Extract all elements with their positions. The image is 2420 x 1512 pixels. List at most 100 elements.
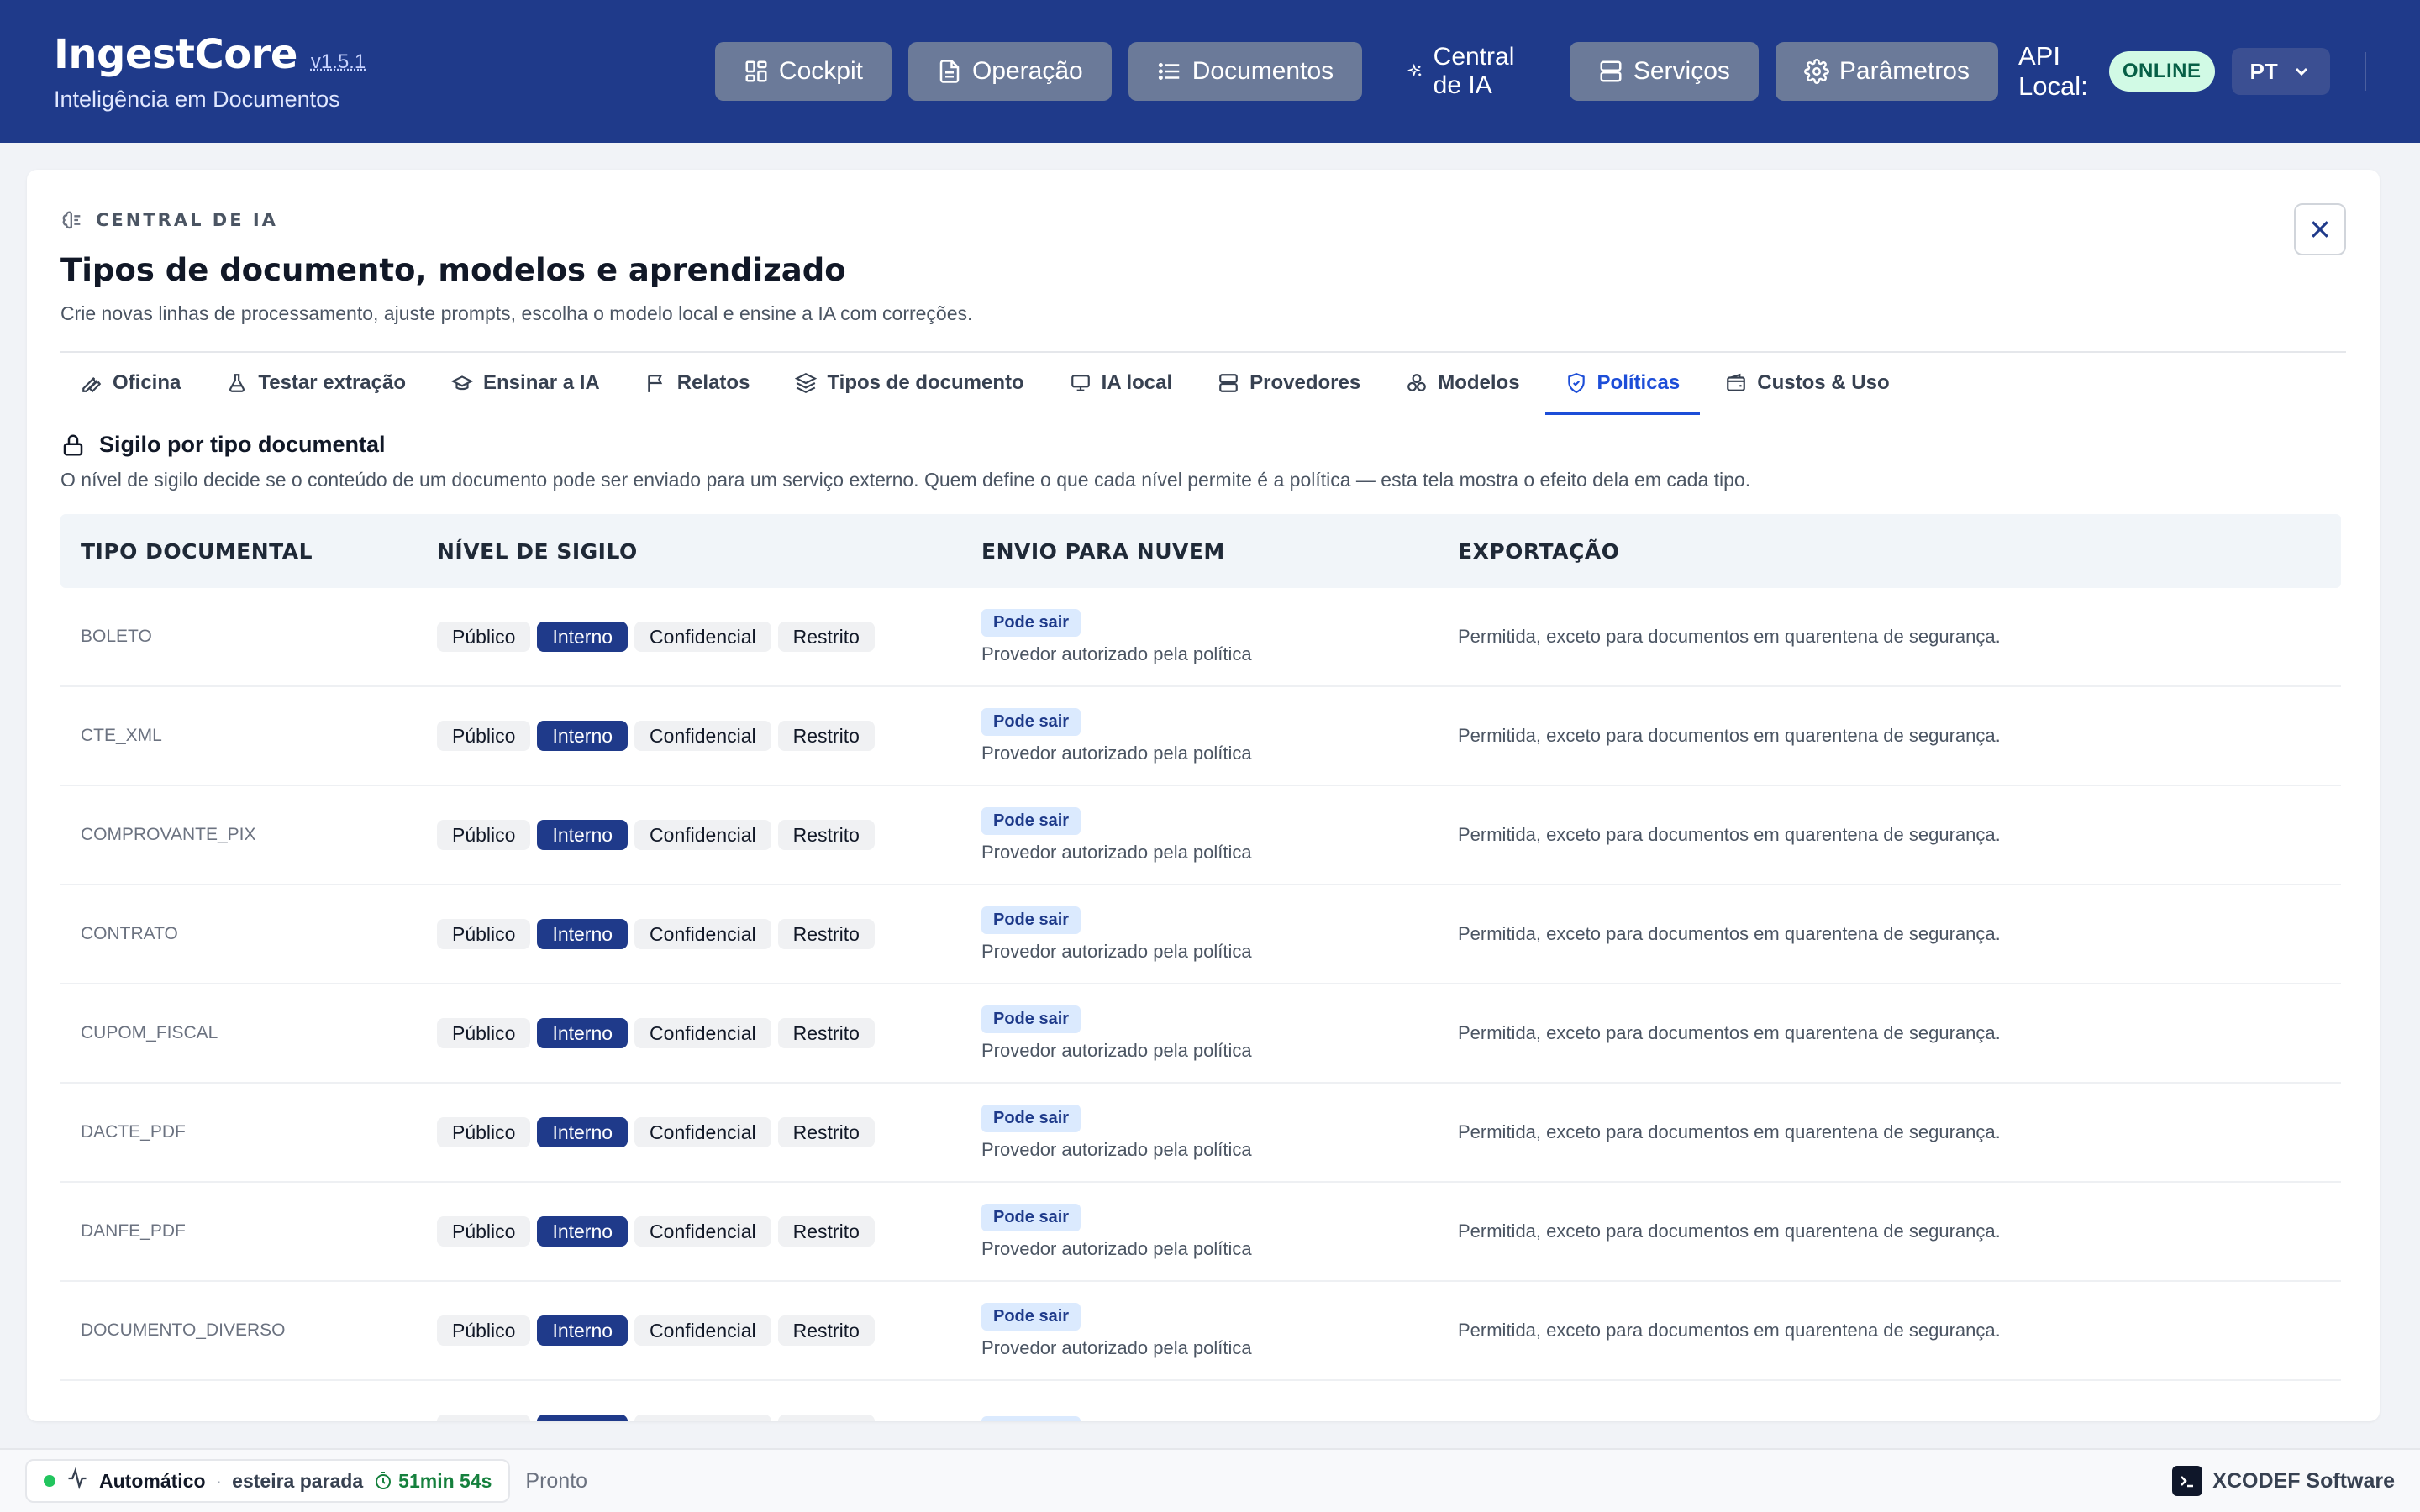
nav-servicos-label: Serviços [1633, 57, 1730, 85]
sigilo-option-publico[interactable]: Público [437, 622, 531, 652]
pipeline-timer: 51min 54s [373, 1470, 492, 1493]
sigilo-option-publico[interactable]: Público [437, 1018, 531, 1048]
sigilo-option-publico[interactable]: Público [437, 1216, 531, 1247]
top-header: IngestCore v1.5.1 Inteligência em Docume… [0, 0, 2420, 143]
eyebrow-text: CENTRAL DE IA [96, 210, 278, 230]
sigilo-level-selector: PúblicoInternoConfidencialRestrito [437, 622, 981, 652]
sigilo-option-interno[interactable]: Interno [537, 1216, 629, 1247]
sigilo-option-restrito[interactable]: Restrito [777, 820, 875, 850]
cloud-cell: Pode sair Provedor autorizado pela políti… [981, 906, 1458, 963]
chevron-down-icon [2295, 67, 2307, 76]
tab-relatos[interactable]: Relatos [625, 354, 771, 415]
server-icon [1219, 374, 1238, 392]
sigilo-level-selector: PúblicoInternoConfidencialRestrito [437, 919, 981, 949]
doc-type-cell: DOCUMENTO_DIVERSO [81, 1320, 286, 1340]
sigilo-level-selector: PúblicoInternoConfidencialRestrito [437, 1315, 981, 1346]
sigilo-option-confidencial[interactable]: Confidencial [634, 1415, 771, 1421]
sigilo-option-confidencial[interactable]: Confidencial [634, 820, 771, 850]
sigilo-option-restrito[interactable]: Restrito [777, 1216, 875, 1247]
tab-ia-local[interactable]: IA local [1050, 354, 1192, 415]
export-cell: Permitida, exceto para documentos em qua… [1458, 1221, 2001, 1242]
table-row: CTE_XML Público Interno Confidencial Restrit… [60, 687, 2341, 786]
main-nav: Cockpit Operação Documentos Central de I… [714, 41, 2366, 102]
nav-parametros[interactable]: Parâmetros [1775, 42, 1998, 101]
nav-central-ia[interactable]: Central de IA [1379, 42, 1553, 101]
sigilo-option-confidencial[interactable]: Confidencial [634, 1117, 771, 1147]
cloud-cell: Pode sair [981, 1415, 1458, 1421]
language-select[interactable]: PT [2231, 48, 2330, 95]
vendor-name: XCODEF Software [2212, 1468, 2395, 1493]
sigilo-option-interno[interactable]: Interno [537, 1117, 629, 1147]
sigilo-option-publico[interactable]: Público [437, 1315, 531, 1346]
tab-provedores[interactable]: Provedores [1197, 354, 1381, 415]
sigilo-option-interno[interactable]: Interno [537, 1415, 629, 1421]
sigilo-option-interno[interactable]: Interno [537, 622, 629, 652]
sigilo-option-confidencial[interactable]: Confidencial [634, 1315, 771, 1346]
policy-table: TIPO DOCUMENTAL NÍVEL DE SIGILO ENVIO PA… [60, 514, 2341, 1421]
nav-cockpit[interactable]: Cockpit [714, 42, 892, 101]
lock-icon [63, 434, 83, 455]
cloud-detail: Provedor autorizado pela política [981, 643, 1252, 664]
nav-operacao[interactable]: Operação [908, 42, 1112, 101]
sigilo-option-restrito[interactable]: Restrito [777, 919, 875, 949]
nav-cockpit-label: Cockpit [778, 57, 863, 85]
divider [60, 351, 2346, 353]
status-bar: Automático · esteira parada 51min 54s Pr… [0, 1448, 2420, 1512]
export-cell: Permitida, exceto para documentos em qua… [1458, 824, 2001, 845]
doc-type-cell: DACTE_PDF [81, 1122, 186, 1142]
sigilo-option-publico[interactable]: Público [437, 919, 531, 949]
cloud-detail: Provedor autorizado pela política [981, 841, 1252, 863]
sigilo-option-restrito[interactable]: Restrito [777, 1415, 875, 1421]
language-value: PT [2249, 58, 2278, 84]
api-status-badge: ONLINE [2108, 51, 2215, 92]
sigilo-cell: PúblicoInternoConfidencialRestrito [437, 820, 981, 850]
sigilo-option-interno[interactable]: Interno [537, 820, 629, 850]
sigilo-option-publico[interactable]: Público [437, 1117, 531, 1147]
tab-testar-extracao[interactable]: Testar extração [206, 354, 426, 415]
sigilo-option-confidencial[interactable]: Confidencial [634, 919, 771, 949]
sigilo-option-confidencial[interactable]: Confidencial [634, 1216, 771, 1247]
tab-oficina[interactable]: Oficina [60, 354, 201, 415]
pipeline-status[interactable]: Automático · esteira parada 51min 54s [25, 1459, 511, 1503]
cloud-cell: Pode sair Provedor autorizado pela políti… [981, 707, 1458, 764]
cloud-status-badge: Pode sair [981, 1203, 1081, 1231]
sigilo-option-interno[interactable]: Interno [537, 721, 629, 751]
sigilo-cell: PúblicoInternoConfidencialRestrito [437, 919, 981, 949]
boxes-icon [1407, 374, 1427, 391]
tab-politicas[interactable]: Políticas [1544, 354, 1701, 415]
cloud-status-badge: Pode sair [981, 608, 1081, 637]
tab-tipos-documento[interactable]: Tipos de documento [775, 354, 1044, 415]
nav-servicos[interactable]: Serviços [1569, 42, 1759, 101]
app-version[interactable]: v1.5.1 [311, 50, 366, 74]
doc-type-cell: DANFE_PDF [81, 1221, 186, 1241]
tab-ensinar-ia[interactable]: Ensinar a IA [431, 354, 620, 415]
sigilo-option-restrito[interactable]: Restrito [777, 1117, 875, 1147]
status-dot [44, 1475, 55, 1487]
sigilo-option-restrito[interactable]: Restrito [777, 622, 875, 652]
sigilo-option-interno[interactable]: Interno [537, 919, 629, 949]
sigilo-option-interno[interactable]: Interno [537, 1018, 629, 1048]
sigilo-option-restrito[interactable]: Restrito [777, 721, 875, 751]
close-button[interactable] [2294, 203, 2346, 255]
section-description: O nível de sigilo decide se o conteúdo d… [60, 469, 1751, 491]
sigilo-option-restrito[interactable]: Restrito [777, 1315, 875, 1346]
nav-documentos[interactable]: Documentos [1128, 42, 1363, 101]
cloud-detail: Provedor autorizado pela política [981, 1039, 1252, 1061]
sigilo-option-confidencial[interactable]: Confidencial [634, 622, 771, 652]
cloud-status-badge: Pode sair [981, 906, 1081, 934]
close-icon [2312, 221, 2328, 238]
sigilo-option-confidencial[interactable]: Confidencial [634, 721, 771, 751]
server-icon [1600, 60, 1622, 82]
sigilo-cell: PúblicoInternoConfidencialRestrito [437, 1018, 981, 1048]
tab-modelos[interactable]: Modelos [1386, 354, 1539, 415]
sigilo-option-restrito[interactable]: Restrito [777, 1018, 875, 1048]
table-header: TIPO DOCUMENTAL NÍVEL DE SIGILO ENVIO PA… [60, 514, 2341, 588]
sigilo-option-confidencial[interactable]: Confidencial [634, 1018, 771, 1048]
sigilo-cell: PúblicoInternoConfidencialRestrito [437, 1117, 981, 1147]
sigilo-option-publico[interactable]: Público [437, 820, 531, 850]
sigilo-option-interno[interactable]: Interno [537, 1315, 629, 1346]
sigilo-option-publico[interactable]: Público [437, 721, 531, 751]
table-row: CONTRATO Público Interno Confidencial Restri… [60, 885, 2341, 984]
tab-custos-uso[interactable]: Custos & Uso [1705, 354, 1909, 415]
sigilo-option-publico[interactable]: Público [437, 1415, 531, 1421]
